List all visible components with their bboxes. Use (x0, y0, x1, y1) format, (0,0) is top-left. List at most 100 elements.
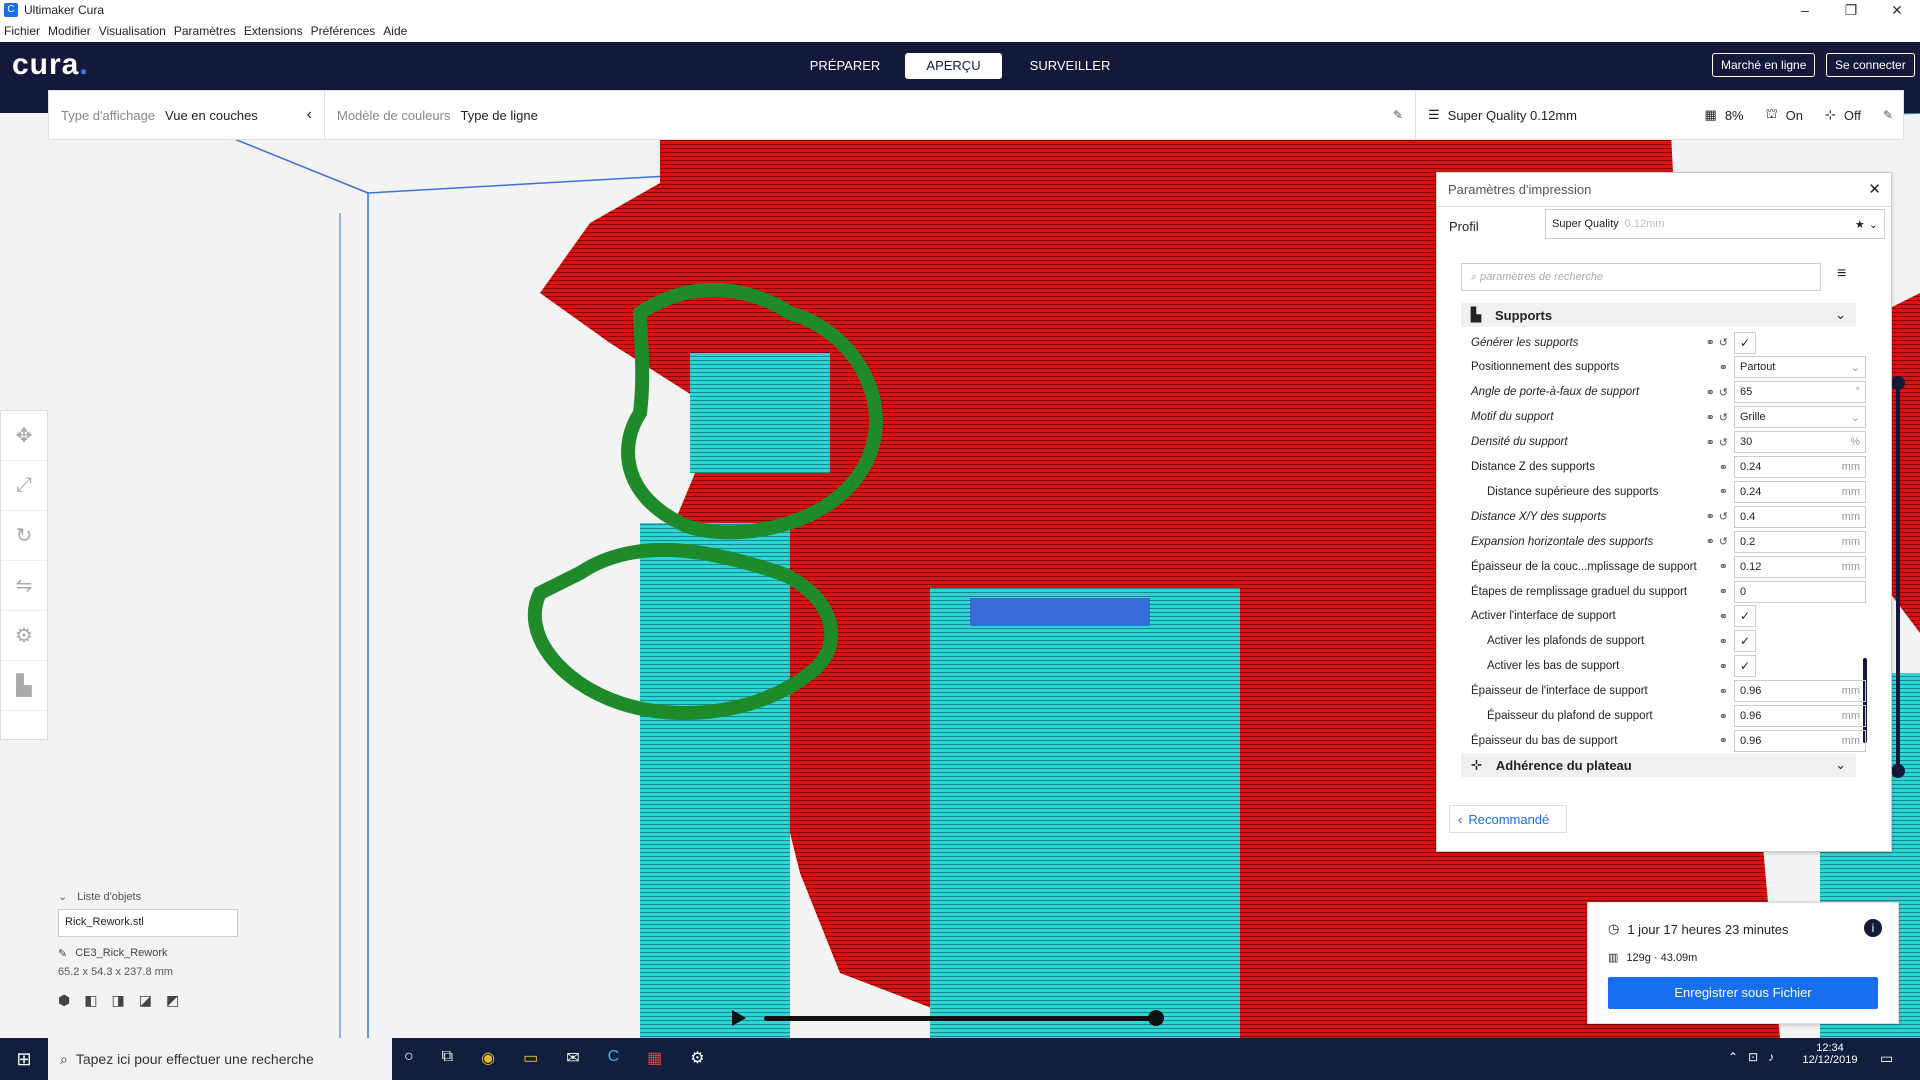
reset-icon[interactable]: ↺ (1719, 386, 1728, 399)
minimize-icon[interactable]: – (1782, 0, 1828, 20)
cura-taskbar-icon[interactable]: C (608, 1048, 620, 1068)
reset-icon[interactable]: ↺ (1719, 336, 1728, 349)
setting-checkbox[interactable]: ✓ (1734, 655, 1756, 678)
layer-slider-bottom-handle[interactable] (1891, 764, 1905, 778)
object-file-name[interactable]: Rick_Rework.stl (58, 909, 238, 937)
taskbar-search[interactable]: ⌕ Tapez ici pour effectuer une recherche (48, 1038, 392, 1080)
setting-input[interactable]: 65 ° (1734, 381, 1866, 404)
profile-label: Profil (1449, 219, 1479, 234)
support-blocker-icon[interactable]: ▙ (1, 661, 47, 711)
setting-icons: ⚭ ↺ (1706, 336, 1728, 349)
front-view-icon[interactable]: ◧ (84, 992, 97, 1009)
reset-icon[interactable]: ↺ (1719, 510, 1728, 523)
print-setup-summary[interactable]: ☰ Super Quality 0.12mm ▦ 8% ⛫ On ⊹ Off ✎ (1415, 91, 1903, 139)
windows-start-icon[interactable]: ⊞ (0, 1049, 48, 1070)
mail-icon[interactable]: ✉ (566, 1048, 579, 1068)
menu-aide[interactable]: Aide (383, 24, 407, 38)
link-icon: ⚭ (1705, 411, 1715, 424)
category-adhesion[interactable]: ⊹ Adhérence du plateau ⌄ (1461, 753, 1856, 777)
category-supports[interactable]: ▙ Supports ⌄ (1461, 303, 1856, 327)
menu-preferences[interactable]: Préférences (311, 24, 376, 38)
setting-input[interactable]: 0.24 mm (1734, 480, 1866, 503)
setting-input[interactable]: 0.96 mm (1734, 705, 1866, 727)
setting-select[interactable]: Partout ⌄ (1734, 356, 1866, 379)
setting-checkbox[interactable]: ✓ (1734, 605, 1756, 628)
setting-checkbox[interactable]: ✓ (1734, 331, 1756, 354)
setting-icons: ⚭ (1719, 685, 1728, 698)
object-list-header[interactable]: ⌄ Liste d'objets (58, 890, 258, 904)
profile-select[interactable]: Super Quality 0.12mm ★ ⌄ (1545, 209, 1885, 239)
setting-input[interactable]: 0.4 mm (1734, 505, 1866, 528)
volume-icon[interactable]: ♪ (1768, 1050, 1774, 1064)
pencil-icon[interactable]: ✎ (58, 947, 67, 960)
view-type-label: Type d'affichage (61, 107, 156, 123)
setting-value: 0 (1740, 585, 1747, 598)
notifications-icon[interactable]: ▭ (1880, 1050, 1893, 1067)
info-icon[interactable]: i (1864, 919, 1882, 937)
color-model-selector[interactable]: Modèle de couleurs Type de ligne ✎ (325, 91, 1415, 139)
top-view-icon[interactable]: ◨ (111, 992, 124, 1009)
tab-surveiller[interactable]: SURVEILLER (1020, 53, 1120, 79)
setting-icons: ⚭ (1719, 461, 1728, 474)
move-tool-icon[interactable]: ✥ (1, 411, 47, 461)
play-icon[interactable] (732, 1010, 746, 1026)
setting-input[interactable]: 0.2 mm (1734, 530, 1866, 553)
left-view-icon[interactable]: ◪ (139, 992, 152, 1009)
reset-icon[interactable]: ↺ (1719, 436, 1728, 449)
recommended-button[interactable]: ‹ Recommandé (1449, 805, 1567, 833)
reset-icon[interactable]: ↺ (1719, 535, 1728, 548)
clock[interactable]: 12:34 12/12/2019 (1800, 1042, 1860, 1066)
setting-select[interactable]: Grille ⌄ (1734, 406, 1866, 429)
menu-visualisation[interactable]: Visualisation (99, 24, 166, 38)
menu-modifier[interactable]: Modifier (48, 24, 91, 38)
task-view-icon[interactable]: ⧉ (442, 1048, 453, 1068)
3d-view-icon[interactable]: ⬢ (58, 992, 70, 1009)
setting-input[interactable]: 30% (1734, 431, 1866, 454)
setting-input[interactable]: 0.12 mm (1734, 555, 1866, 578)
winrar-icon[interactable]: ▦ (647, 1048, 662, 1068)
close-window-icon[interactable]: ✕ (1874, 0, 1920, 20)
setting-input[interactable]: 0.96 mm (1734, 729, 1866, 752)
layer-slider[interactable] (1896, 382, 1900, 772)
right-view-icon[interactable]: ◩ (166, 992, 179, 1009)
menu-parametres[interactable]: Paramètres (174, 24, 236, 38)
path-slider-handle[interactable] (1148, 1010, 1164, 1026)
chevron-up-icon[interactable]: ⌃ (1728, 1050, 1738, 1064)
file-explorer-icon[interactable]: ▭ (523, 1048, 538, 1068)
setting-input[interactable]: 0 (1734, 580, 1866, 603)
chrome-icon[interactable]: ◉ (481, 1048, 495, 1068)
pencil-icon[interactable]: ✎ (1883, 108, 1893, 122)
link-icon: ⚭ (1705, 536, 1715, 549)
setting-input[interactable]: 0.24 mm (1734, 456, 1866, 478)
setting-checkbox[interactable]: ✓ (1734, 630, 1756, 653)
per-model-settings-icon[interactable]: ⚙ (1, 611, 47, 661)
mirror-tool-icon[interactable]: ⇋ (1, 561, 47, 611)
scale-tool-icon[interactable]: ⤢ (1, 461, 47, 511)
menu-fichier[interactable]: Fichier (4, 24, 40, 38)
path-slider[interactable] (764, 1016, 1156, 1021)
setting-value: 65 (1740, 386, 1753, 399)
reset-icon[interactable]: ↺ (1719, 411, 1728, 424)
star-icon[interactable]: ★ (1855, 218, 1865, 231)
settings-gear-icon[interactable]: ⚙ (690, 1048, 704, 1068)
rotate-tool-icon[interactable]: ↻ (1, 511, 47, 561)
cortana-icon[interactable]: ○ (404, 1048, 414, 1068)
restore-icon[interactable]: ❐ (1828, 0, 1874, 20)
menu-extensions[interactable]: Extensions (244, 24, 303, 38)
cura-logo: cura. (12, 48, 89, 81)
tab-preparer[interactable]: PRÉPARER (800, 53, 890, 79)
view-type-selector[interactable]: Type d'affichage Vue en couches ‹ (49, 91, 325, 139)
menu-icon[interactable]: ≡ (1837, 265, 1846, 283)
network-icon[interactable]: ⊡ (1748, 1050, 1758, 1064)
save-to-file-button[interactable]: Enregistrer sous Fichier (1608, 977, 1878, 1009)
marketplace-button[interactable]: Marché en ligne (1712, 53, 1816, 77)
settings-search-input[interactable]: ⌕ paramètres de recherche (1461, 263, 1821, 291)
pencil-icon[interactable]: ✎ (1393, 108, 1403, 122)
close-icon[interactable]: ✕ (1868, 173, 1881, 207)
tab-apercu[interactable]: APERÇU (905, 53, 1002, 79)
setting-input[interactable]: 0.96 mm (1734, 680, 1866, 703)
left-toolbar: ✥ ⤢ ↻ ⇋ ⚙ ▙ (0, 410, 48, 740)
layer-slider-top-handle[interactable] (1891, 376, 1905, 390)
object-list: ⌄ Liste d'objets Rick_Rework.stl ✎ CE3_R… (58, 890, 258, 1030)
login-button[interactable]: Se connecter (1826, 53, 1915, 77)
